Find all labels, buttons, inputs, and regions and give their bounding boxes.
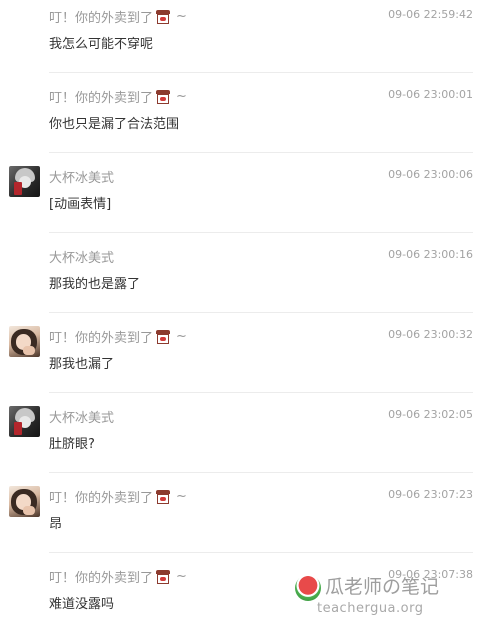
- timestamp: 09-06 23:00:06: [388, 168, 473, 181]
- username[interactable]: 大杯冰美式: [49, 247, 114, 266]
- tilde-text: ~: [176, 489, 187, 504]
- watermark-url: teachergua.org: [317, 601, 424, 616]
- username[interactable]: 叮！你的外卖到了 ~: [49, 87, 187, 106]
- watermark-title: 瓜老师の笔记: [325, 576, 440, 598]
- username-text: 大杯冰美式: [49, 171, 115, 186]
- takeout-box-icon: [156, 489, 171, 504]
- takeout-box-icon: [156, 89, 171, 104]
- watermelon-logo-icon: [295, 575, 321, 601]
- divider: [49, 232, 473, 233]
- username-text: 大杯冰美式: [49, 251, 115, 266]
- timestamp: 09-06 23:00:16: [388, 248, 473, 261]
- username[interactable]: 叮！你的外卖到了 ~: [49, 327, 187, 346]
- timestamp: 09-06 22:59:42: [388, 8, 473, 21]
- tilde-text: ~: [176, 329, 187, 344]
- divider: [49, 72, 473, 73]
- username[interactable]: 叮！你的外卖到了 ~: [49, 487, 187, 506]
- divider: [49, 392, 473, 393]
- takeout-box-icon: [156, 569, 171, 584]
- message-text: 那我的也是露了: [49, 277, 141, 292]
- divider: [49, 312, 473, 313]
- timestamp: 09-06 23:00:32: [388, 328, 473, 341]
- tilde-text: ~: [176, 569, 187, 584]
- tilde-text: ~: [176, 9, 187, 24]
- message-text: 昂: [49, 517, 63, 532]
- message-text: 你也只是漏了合法范围: [49, 117, 180, 132]
- message-text: 我怎么可能不穿呢: [49, 37, 154, 52]
- avatar[interactable]: [9, 166, 40, 197]
- timestamp: 09-06 23:02:05: [388, 408, 473, 421]
- message-item: 大杯冰美式 09-06 23:02:05 肚脐眼?: [0, 400, 482, 480]
- username[interactable]: 叮！你的外卖到了 ~: [49, 7, 187, 26]
- message-text: 肚脐眼?: [49, 437, 95, 452]
- divider: [49, 472, 473, 473]
- watermark: 瓜老师の笔记 teachergua.org: [295, 572, 475, 620]
- username-text: 叮！你的外卖到了: [49, 91, 154, 106]
- timestamp: 09-06 23:07:23: [388, 488, 473, 501]
- avatar[interactable]: [9, 486, 40, 517]
- message-text: 难道没露吗: [49, 597, 115, 612]
- username-text: 叮！你的外卖到了: [49, 11, 154, 26]
- message-item: 大杯冰美式 09-06 23:00:16 那我的也是露了: [0, 240, 482, 320]
- username-text: 叮！你的外卖到了: [49, 331, 154, 346]
- username-text: 叮！你的外卖到了: [49, 571, 154, 586]
- username[interactable]: 大杯冰美式: [49, 407, 114, 426]
- takeout-box-icon: [156, 9, 171, 24]
- message-text: [动画表情]: [49, 197, 112, 212]
- message-item: 叮！你的外卖到了 ~ 09-06 23:00:01 你也只是漏了合法范围: [0, 80, 482, 160]
- divider: [49, 152, 473, 153]
- username[interactable]: 叮！你的外卖到了 ~: [49, 567, 187, 586]
- takeout-box-icon: [156, 329, 171, 344]
- timestamp: 09-06 23:00:01: [388, 88, 473, 101]
- message-item: 叮！你的外卖到了 ~ 09-06 22:59:42 我怎么可能不穿呢: [0, 0, 482, 80]
- message-item: 大杯冰美式 09-06 23:00:06 [动画表情]: [0, 160, 482, 240]
- message-item: 叮！你的外卖到了 ~ 09-06 23:07:23 昂: [0, 480, 482, 560]
- tilde-text: ~: [176, 89, 187, 104]
- username-text: 叮！你的外卖到了: [49, 491, 154, 506]
- username[interactable]: 大杯冰美式: [49, 167, 114, 186]
- avatar[interactable]: [9, 326, 40, 357]
- message-item: 叮！你的外卖到了 ~ 09-06 23:00:32 那我也漏了: [0, 320, 482, 400]
- divider: [49, 552, 473, 553]
- username-text: 大杯冰美式: [49, 411, 115, 426]
- message-text: 那我也漏了: [49, 357, 115, 372]
- avatar[interactable]: [9, 406, 40, 437]
